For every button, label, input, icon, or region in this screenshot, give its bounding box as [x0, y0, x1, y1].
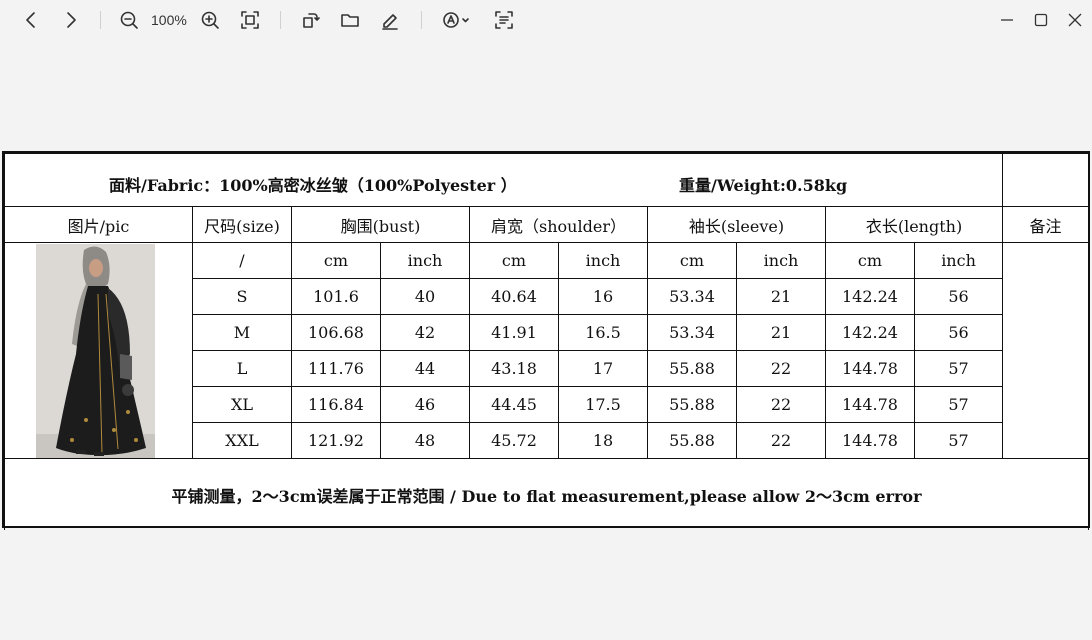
unit-cell: cm — [291, 242, 381, 279]
info-blank-cell — [1002, 153, 1090, 207]
table-cell: 56 — [913, 314, 1004, 351]
abaya-model-illustration — [36, 244, 155, 458]
table-cell: 40.64 — [469, 278, 559, 315]
table-cell: 22 — [736, 350, 826, 387]
product-photo — [36, 244, 155, 458]
unit-cell: inch — [913, 242, 1004, 279]
table-cell: 144.78 — [825, 386, 915, 423]
header-bust: 胸围(bust) — [291, 206, 470, 243]
size-chart-image: 面料/Fabric：100%高密冰丝皱（100%Polyester ） 重量/W… — [2, 151, 1090, 531]
text-select-icon[interactable] — [490, 6, 518, 34]
table-cell: 142.24 — [825, 278, 915, 315]
table-cell: 40 — [380, 278, 470, 315]
viewer-canvas-bottom — [0, 530, 1092, 640]
table-cell: 101.6 — [291, 278, 381, 315]
table-cell: 17 — [558, 350, 648, 387]
viewer-toolbar: 100% — [0, 0, 1092, 40]
table-cell: M — [192, 314, 292, 351]
table-cell: 22 — [736, 386, 826, 423]
table-cell: 55.88 — [647, 350, 737, 387]
table-cell: 22 — [736, 422, 826, 459]
zoom-out-icon[interactable] — [115, 6, 143, 34]
zoom-in-icon[interactable] — [196, 6, 224, 34]
edit-icon[interactable] — [376, 6, 404, 34]
table-cell: 41.91 — [469, 314, 559, 351]
table-cell: 144.78 — [825, 350, 915, 387]
back-icon[interactable] — [17, 6, 45, 34]
table-cell: 53.34 — [647, 314, 737, 351]
toolbar-separator — [280, 11, 281, 29]
table-cell: L — [192, 350, 292, 387]
zoom-level[interactable]: 100% — [151, 12, 187, 28]
table-cell: 44 — [380, 350, 470, 387]
table-cell: 121.92 — [291, 422, 381, 459]
table-cell: S — [192, 278, 292, 315]
unit-cell: inch — [736, 242, 826, 279]
toolbar-separator — [421, 11, 422, 29]
table-cell: 55.88 — [647, 386, 737, 423]
table-cell: 16 — [558, 278, 648, 315]
table-cell: 44.45 — [469, 386, 559, 423]
table-cell: 144.78 — [825, 422, 915, 459]
table-cell: 46 — [380, 386, 470, 423]
table-cell: 53.34 — [647, 278, 737, 315]
table-cell: 116.84 — [291, 386, 381, 423]
header-pic: 图片/pic — [4, 206, 193, 243]
size-table: 面料/Fabric：100%高密冰丝皱（100%Polyester ） 重量/W… — [3, 153, 1090, 531]
fabric-info: 面料/Fabric：100%高密冰丝皱（100%Polyester ） — [109, 176, 517, 195]
table-cell: 56 — [913, 278, 1004, 315]
header-length: 衣长(length) — [824, 206, 1004, 243]
table-cell: XL — [192, 386, 292, 423]
table-cell: 45.72 — [469, 422, 559, 459]
minimize-icon[interactable] — [993, 6, 1021, 34]
table-cell: 17.5 — [558, 386, 648, 423]
table-cell: 55.88 — [647, 422, 737, 459]
table-cell: 18 — [558, 422, 648, 459]
table-cell: 21 — [736, 314, 826, 351]
table-cell: 57 — [913, 350, 1004, 387]
unit-cell: inch — [558, 242, 648, 279]
table-cell: 57 — [913, 422, 1004, 459]
header-remark: 备注 — [1002, 206, 1090, 243]
info-cell: 面料/Fabric：100%高密冰丝皱（100%Polyester ） 重量/W… — [3, 153, 1004, 207]
product-photo-cell — [4, 242, 193, 459]
table-cell: XXL — [192, 422, 292, 459]
header-shoulder: 肩宽（shoulder） — [469, 206, 648, 243]
unit-cell: cm — [647, 242, 737, 279]
measurement-note: 平铺测量，2～3cm误差属于正常范围 / Due to flat measure… — [3, 458, 1090, 531]
table-cell: 42 — [380, 314, 470, 351]
unit-cell: cm — [469, 242, 559, 279]
forward-icon[interactable] — [57, 6, 85, 34]
header-size: 尺码(size) — [192, 206, 292, 243]
close-icon[interactable] — [1061, 6, 1089, 34]
table-cell: 111.76 — [291, 350, 381, 387]
toolbar-separator — [100, 11, 101, 29]
table-cell: 43.18 — [469, 350, 559, 387]
unit-cell: inch — [380, 242, 470, 279]
ocr-icon[interactable] — [438, 6, 474, 34]
unit-cell: / — [192, 242, 292, 279]
table-cell: 142.24 — [825, 314, 915, 351]
table-cell: 48 — [380, 422, 470, 459]
weight-info: 重量/Weight:0.58kg — [679, 176, 848, 195]
table-cell: 16.5 — [558, 314, 648, 351]
fit-icon[interactable] — [236, 6, 264, 34]
table-cell: 106.68 — [291, 314, 381, 351]
maximize-icon[interactable] — [1027, 6, 1055, 34]
rotate-icon[interactable] — [296, 6, 324, 34]
units-row: / cm inch cm inch cm inch cm inch — [4, 242, 1090, 459]
table-cell: 57 — [913, 386, 1004, 423]
header-row: 图片/pic 尺码(size) 胸围(bust) 肩宽（shoulder） 袖长… — [4, 206, 1090, 243]
info-row: 面料/Fabric：100%高密冰丝皱（100%Polyester ） 重量/W… — [3, 153, 1090, 207]
note-row: 平铺测量，2～3cm误差属于正常范围 / Due to flat measure… — [3, 458, 1090, 531]
viewer-canvas-top — [0, 40, 1092, 150]
remark-cell — [1002, 242, 1090, 459]
header-sleeve: 袖长(sleeve) — [647, 206, 826, 243]
unit-cell: cm — [825, 242, 915, 279]
table-cell: 21 — [736, 278, 826, 315]
folder-icon[interactable] — [336, 6, 364, 34]
